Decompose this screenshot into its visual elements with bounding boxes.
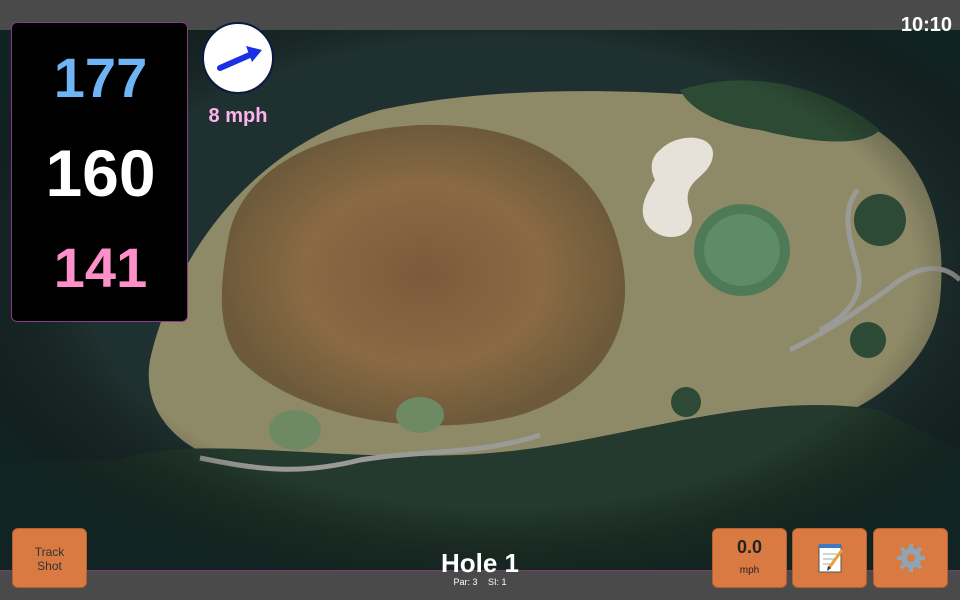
- back-distance: 177: [53, 46, 148, 109]
- track-shot-label: Track Shot: [34, 545, 65, 573]
- middle-distance: 160: [45, 136, 156, 210]
- settings-button[interactable]: [873, 528, 948, 588]
- notepad-icon: [818, 544, 843, 573]
- distance-panel: 177 160 141: [11, 22, 188, 322]
- speed-unit: mph: [739, 565, 760, 576]
- clock: 10:10: [900, 14, 952, 36]
- track-shot-button[interactable]: Track Shot: [12, 528, 87, 588]
- speed-value: 0.0: [736, 537, 763, 557]
- notes-button[interactable]: [792, 528, 867, 588]
- hole-title: Hole 1: [440, 548, 520, 578]
- wind-indicator: [202, 22, 274, 94]
- hole-stroke-index: SI: 1: [488, 577, 507, 587]
- wind-direction-arrow-icon: [217, 46, 262, 71]
- wind-speed: 8 mph: [208, 105, 268, 127]
- front-distance: 141: [53, 236, 148, 299]
- hole-par: Par: 3: [453, 577, 478, 587]
- gear-icon: [896, 544, 925, 572]
- speed-button[interactable]: 0.0 mph: [712, 528, 787, 588]
- hole-meta: Par: 3 SI: 1: [380, 577, 580, 587]
